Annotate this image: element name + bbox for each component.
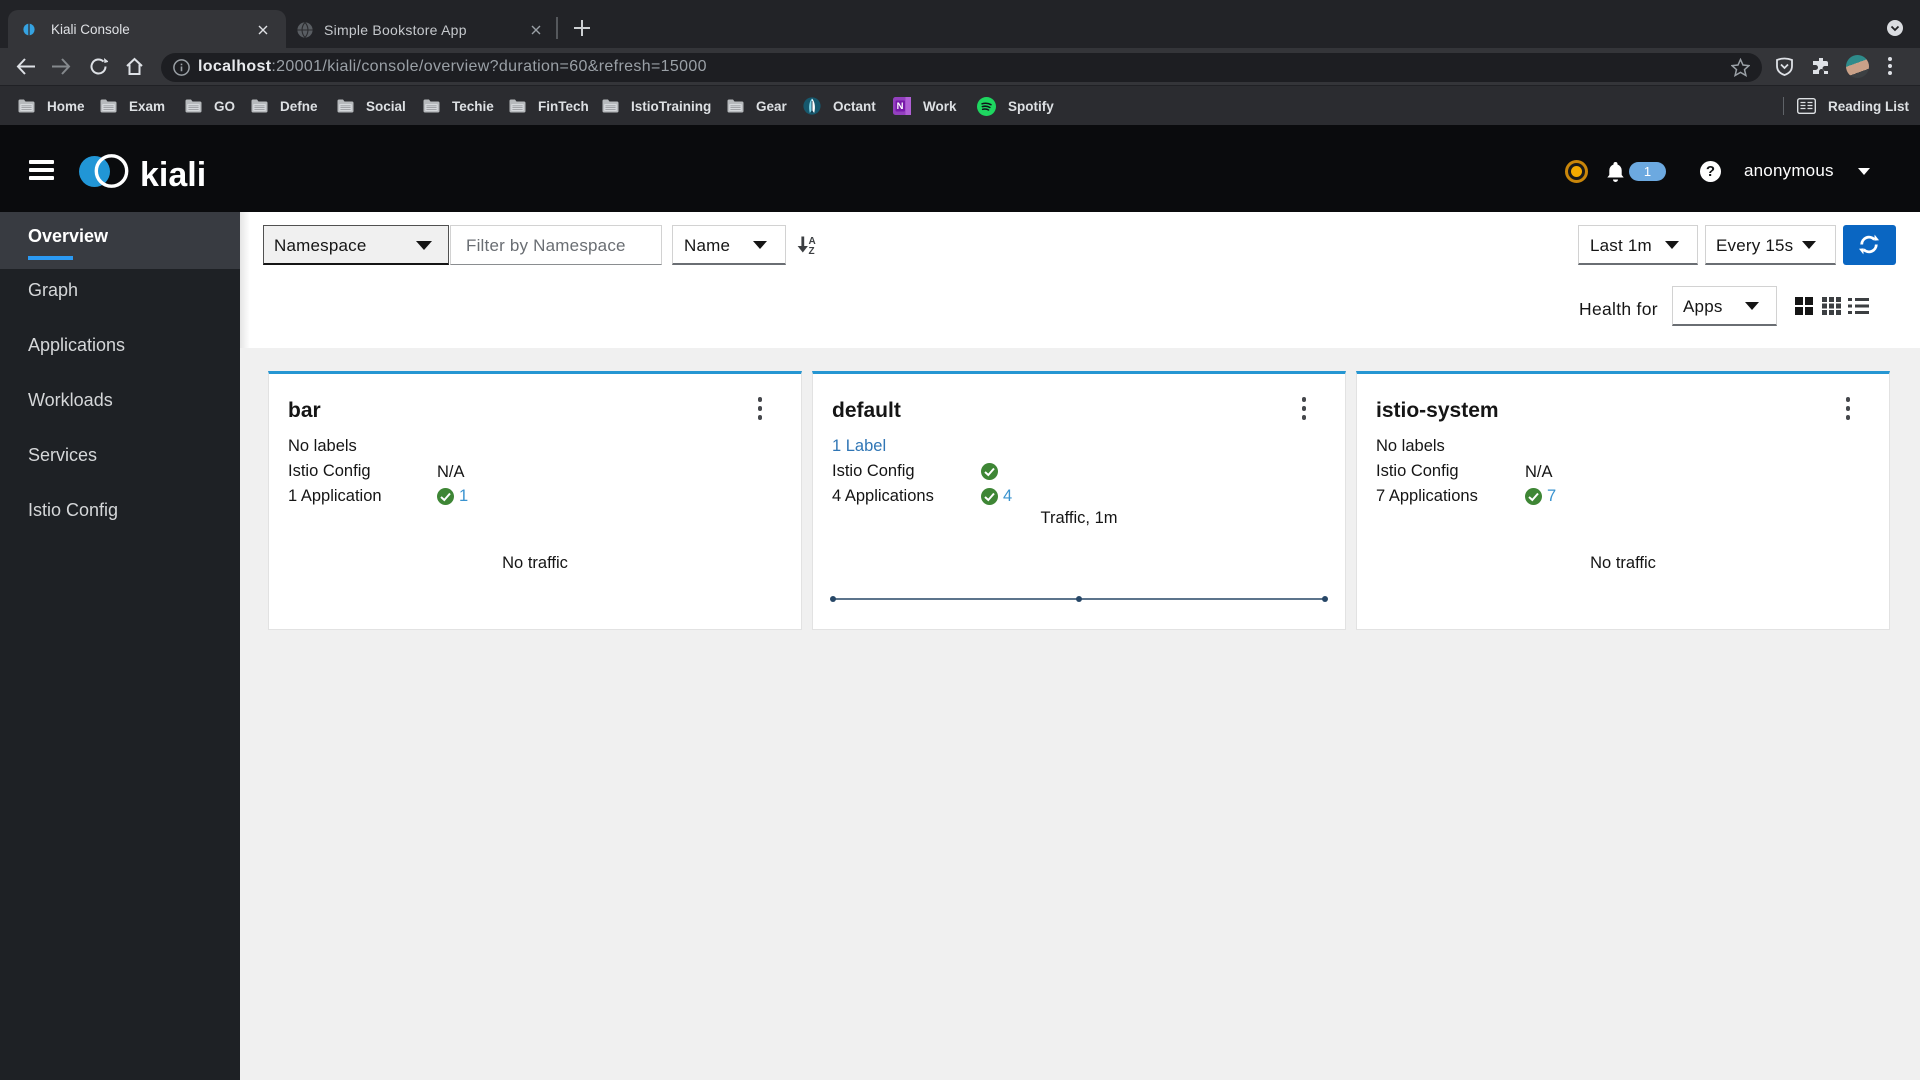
svg-text:N: N <box>897 101 904 112</box>
svg-text:Z: Z <box>809 246 815 255</box>
